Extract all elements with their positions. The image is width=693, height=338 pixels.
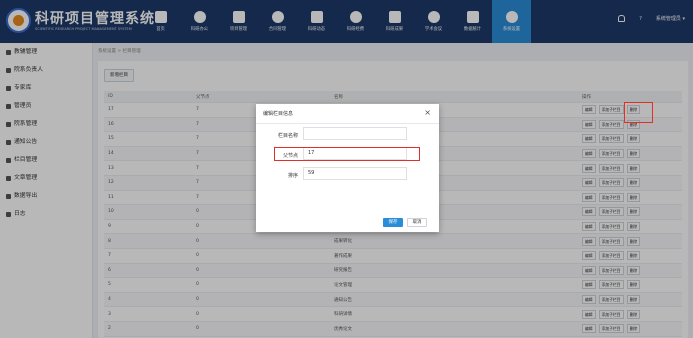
cancel-button[interactable]: 取消: [407, 218, 427, 227]
order-field[interactable]: 59: [303, 167, 407, 180]
order-label: 排序: [287, 173, 298, 179]
name-field[interactable]: [303, 127, 407, 140]
edit-column-dialog: 编辑栏目信息 × 栏目名称 父节点 17 排序 59 保存 取消: [256, 104, 439, 232]
dialog-title: 编辑栏目信息: [263, 111, 294, 117]
close-icon[interactable]: ×: [424, 108, 431, 117]
add-child-highlight: [624, 102, 653, 123]
dialog-divider: [256, 123, 439, 124]
save-button[interactable]: 保存: [383, 218, 403, 227]
name-label: 栏目名称: [277, 133, 298, 139]
parent-field-highlight: [274, 147, 420, 161]
